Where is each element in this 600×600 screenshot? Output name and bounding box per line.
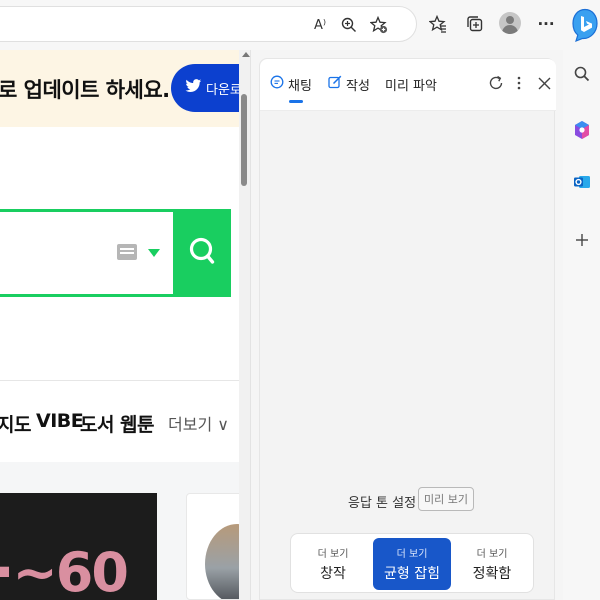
tone-precise-label: 정확함 xyxy=(472,566,512,582)
bing-copilot-icon[interactable] xyxy=(570,6,600,44)
favorites-icon[interactable] xyxy=(426,12,450,36)
scroll-thumb[interactable] xyxy=(241,94,247,186)
tone-creative-sublabel: 더 보기 xyxy=(317,549,349,560)
tone-creative-label: 창작 xyxy=(320,566,346,582)
card-photo xyxy=(205,524,239,599)
more-icon[interactable]: ··· xyxy=(534,12,558,36)
nav-item-webtoon[interactable]: 웹툰 xyxy=(120,410,154,437)
browser-toolbar: A⁾ ··· xyxy=(0,0,600,50)
copilot-panel-body: 채팅 작성 미리 파악 응답 톤 설정 미리 보기 더 보기 창작 더 보기 균… xyxy=(259,58,556,600)
compose-icon xyxy=(328,75,342,93)
tone-balanced-button[interactable]: 더 보기 균형 잡힘 xyxy=(373,538,451,590)
promo-image[interactable]: ·~60 xyxy=(0,493,157,600)
refresh-icon[interactable] xyxy=(486,73,506,93)
nav-item-vibe[interactable]: VIBE xyxy=(36,410,84,432)
tone-precise-button[interactable]: 더 보기 정확함 xyxy=(453,538,531,590)
tone-selector: 더 보기 창작 더 보기 균형 잡힘 더 보기 정확함 xyxy=(290,533,534,593)
tab-insights-label: 미리 파악 xyxy=(385,78,437,94)
read-aloud-icon[interactable]: A⁾ xyxy=(308,13,332,37)
address-bar[interactable]: A⁾ xyxy=(0,6,417,42)
tone-creative-button[interactable]: 더 보기 창작 xyxy=(294,538,372,590)
edge-sidebar xyxy=(563,50,600,600)
profile-avatar[interactable] xyxy=(499,12,521,34)
scroll-up-arrow-icon[interactable] xyxy=(242,52,250,57)
tone-balanced-label: 균형 잡힘 xyxy=(384,566,440,582)
divider xyxy=(0,380,239,381)
collections-icon[interactable] xyxy=(463,12,487,36)
chevron-down-icon: ∨ xyxy=(217,415,229,434)
chat-icon xyxy=(270,75,284,93)
tab-compose[interactable]: 작성 xyxy=(328,71,370,97)
service-nav: 지도 VIBE 도서 웹툰 더보기 ∨ xyxy=(0,398,239,446)
news-card[interactable] xyxy=(186,493,239,600)
zoom-icon[interactable] xyxy=(337,13,361,37)
nav-item-map[interactable]: 지도 xyxy=(0,410,31,437)
tone-balanced-sublabel: 더 보기 xyxy=(396,549,428,560)
tab-insights[interactable]: 미리 파악 xyxy=(385,71,437,97)
search-icon xyxy=(188,236,216,270)
copilot-sidebar-panel: 채팅 작성 미리 파악 응답 톤 설정 미리 보기 더 보기 창작 더 보기 균… xyxy=(250,50,563,600)
update-banner: 로 업데이트 하세요. 다운로 xyxy=(0,50,239,127)
tone-precise-sublabel: 더 보기 xyxy=(476,549,508,560)
chevron-down-icon[interactable] xyxy=(148,249,160,257)
more-options-icon[interactable] xyxy=(509,73,529,93)
keyboard-icon[interactable] xyxy=(117,244,137,260)
banner-text: 로 업데이트 하세요. xyxy=(0,78,170,102)
close-icon[interactable] xyxy=(534,73,554,93)
add-favorite-icon[interactable] xyxy=(367,13,391,37)
nav-item-books[interactable]: 도서 xyxy=(80,410,114,437)
download-button-label: 다운로 xyxy=(206,82,239,98)
download-button[interactable]: 다운로 xyxy=(171,64,239,112)
tab-chat[interactable]: 채팅 xyxy=(270,71,312,97)
search-input[interactable] xyxy=(0,209,231,297)
add-icon[interactable] xyxy=(572,230,592,250)
active-tab-indicator xyxy=(289,100,303,103)
twitter-bird-icon xyxy=(185,79,202,97)
tab-compose-label: 작성 xyxy=(346,78,370,94)
tone-setting-label: 응답 톤 설정 xyxy=(348,496,417,511)
outlook-icon[interactable] xyxy=(572,172,592,192)
copilot-icon[interactable] xyxy=(572,120,592,140)
promo-text: ·~60 xyxy=(0,541,129,600)
nav-more-label: 더보기 xyxy=(168,415,213,434)
copilot-header: 채팅 작성 미리 파악 xyxy=(260,59,556,111)
page-scrollbar[interactable] xyxy=(239,50,250,600)
web-page: 로 업데이트 하세요. 다운로 지도 VIBE 도서 웹툰 더보기 ∨ ·~60 xyxy=(0,50,239,600)
search-button[interactable] xyxy=(173,209,231,297)
preview-badge: 미리 보기 xyxy=(418,487,474,511)
search-icon[interactable] xyxy=(572,64,592,84)
nav-more-button[interactable]: 더보기 ∨ xyxy=(168,411,229,435)
tab-chat-label: 채팅 xyxy=(288,78,312,94)
